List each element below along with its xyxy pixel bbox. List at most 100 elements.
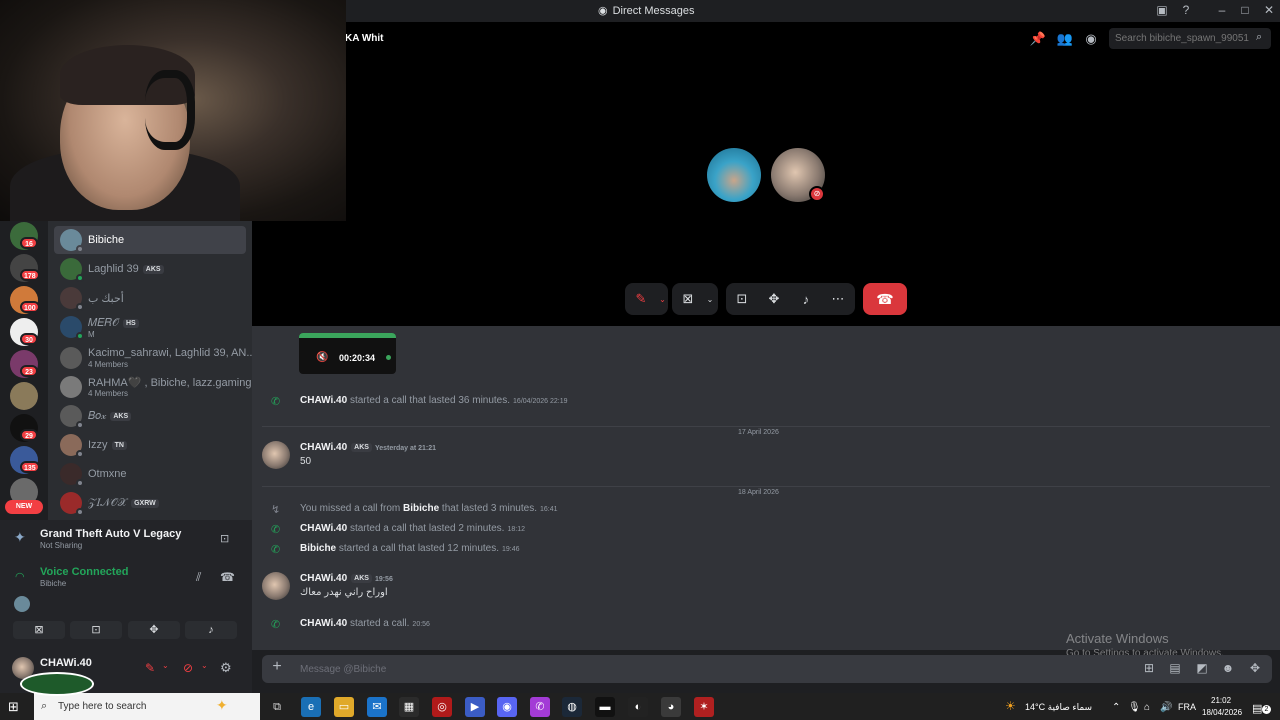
hang-up-button[interactable]: ☎	[863, 283, 907, 315]
disconnect-icon[interactable]: ☎	[220, 570, 235, 584]
outlook-icon[interactable]: ✉	[367, 697, 387, 717]
windows-start-icon[interactable]: ⊞	[8, 699, 24, 715]
panel-share-button[interactable]: ⊡	[70, 621, 122, 639]
soundboard-button[interactable]: ♪	[790, 292, 822, 307]
dm-item-izzy[interactable]: Izzy TN	[54, 431, 246, 459]
status-icon	[76, 421, 84, 429]
panel-activities-button[interactable]: ✥	[128, 621, 180, 639]
messenger-icon[interactable]: ✆	[530, 697, 550, 717]
more-options-button[interactable]: ⋯	[822, 291, 854, 307]
activities-button[interactable]: ✥	[758, 291, 790, 307]
emoji-icon[interactable]: ☻	[1220, 661, 1236, 675]
mute-mic-button[interactable]: ✎	[625, 291, 657, 307]
server-icon[interactable]	[10, 382, 38, 410]
call-icon: ✆	[271, 619, 281, 631]
username[interactable]: CHAWi.40	[40, 657, 92, 669]
task-view-icon[interactable]: ⧉	[267, 697, 287, 717]
video-clip[interactable]: 🔇 00:20:34	[299, 333, 396, 374]
share-screen-button[interactable]: ⊡	[726, 291, 758, 307]
server-badge: 30	[20, 333, 38, 345]
sticker-icon[interactable]: ◩	[1194, 661, 1210, 675]
media-player-icon[interactable]: ▶	[465, 697, 485, 717]
clock-date[interactable]: 18/04/2026	[1202, 708, 1242, 717]
pin-icon[interactable]: 📌	[1029, 31, 1047, 47]
game-icon: ✦	[14, 529, 26, 545]
profile-icon[interactable]: ◉	[1082, 31, 1100, 47]
gif-icon[interactable]: ▤	[1167, 661, 1183, 675]
tray-expand-icon[interactable]: ⌃	[1112, 702, 1120, 713]
steam-icon[interactable]: ◍	[562, 697, 582, 717]
weather-text[interactable]: 14°C سماء صافية	[1025, 702, 1092, 713]
network-icon[interactable]: ⌂	[1144, 702, 1150, 713]
volume-icon[interactable]: 🔊	[1160, 702, 1172, 713]
dm-item-zinox[interactable]: 𝒵𝐼𝒩𝒪𝒳 GXRW	[54, 489, 246, 517]
minimize-icon[interactable]: –	[1214, 3, 1230, 17]
dm-name: 𝐵𝑜𝓍 AKS	[88, 410, 132, 423]
apps-icon[interactable]: ✥	[1247, 661, 1263, 675]
message-avatar[interactable]	[262, 572, 290, 600]
mic-options-chevron-icon[interactable]: ⌄	[657, 295, 668, 304]
deafen-icon[interactable]: ⊘	[183, 661, 193, 675]
file-explorer-icon[interactable]: ▭	[334, 697, 354, 717]
discord-taskbar-icon[interactable]: ◉	[497, 697, 517, 717]
call-icon: ✆	[271, 524, 281, 536]
add-friend-icon[interactable]: 👥	[1056, 31, 1074, 47]
dm-name: 𝑀𝐸𝑅𝒪 HS	[88, 317, 139, 330]
new-badge[interactable]: NEW	[5, 500, 43, 514]
dm-subtitle: M	[88, 330, 95, 339]
dm-item-box[interactable]: 𝐵𝑜𝓍 AKS	[54, 402, 246, 430]
game-launcher-icon[interactable]: ✶	[694, 697, 714, 717]
voice-connected-status[interactable]: Voice Connected	[40, 566, 128, 578]
maximize-icon[interactable]: □	[1237, 3, 1253, 17]
dm-item-laghlid[interactable]: Laghlid 39 AKS	[54, 255, 246, 283]
camera-button[interactable]: ⊠	[672, 291, 704, 307]
obs-icon[interactable]: ◐	[628, 697, 648, 717]
attach-plus-icon[interactable]: +	[268, 658, 286, 678]
language-indicator[interactable]: FRA	[1178, 702, 1196, 712]
camera-options-chevron-icon[interactable]: ⌄	[704, 295, 716, 304]
inbox-icon[interactable]: ▣	[1154, 3, 1170, 17]
noise-suppression-icon[interactable]: ⫽	[196, 570, 201, 585]
taskbar-search-placeholder[interactable]: Type here to search	[58, 701, 146, 712]
help-icon[interactable]: ?	[1178, 3, 1194, 17]
app-icon[interactable]: ◎	[432, 697, 452, 717]
server-tag: AKS	[110, 411, 132, 421]
date-divider-label: 17 April 2026	[732, 421, 785, 439]
notifications-icon[interactable]: ▤	[1252, 702, 1262, 715]
status-icon	[76, 450, 84, 458]
panel-soundboard-button[interactable]: ♪	[185, 621, 237, 639]
call-icon: ✆	[271, 544, 281, 556]
message-avatar[interactable]	[262, 441, 290, 469]
gift-icon[interactable]: ⊞	[1141, 661, 1157, 675]
deafen-chevron-icon[interactable]: ⌄	[201, 661, 208, 670]
stream-game-icon[interactable]: ⊡	[220, 532, 229, 545]
search-input[interactable]	[1109, 28, 1271, 49]
dm-item-group-rahma[interactable]: RAHMA🖤 , Bibiche, lazz.gaming 4 Members	[54, 373, 251, 401]
terminal-icon[interactable]: ▬	[595, 697, 615, 717]
muted-speaker-icon[interactable]: 🔇	[316, 352, 328, 363]
dm-item-bibiche[interactable]: Bibiche	[54, 226, 246, 254]
server-tag: HS	[123, 318, 139, 328]
settings-gear-icon[interactable]: ⚙	[220, 660, 232, 676]
dm-item-otmxne[interactable]: Otmxne	[54, 460, 246, 488]
mic-chevron-icon[interactable]: ⌄	[162, 661, 169, 670]
edge-icon[interactable]: e	[301, 697, 321, 717]
microphone-icon[interactable]: 🎙	[1128, 702, 1141, 713]
weather-icon[interactable]: ☀	[1005, 699, 1016, 713]
voice-participant-avatar[interactable]	[14, 596, 30, 612]
clock-time[interactable]: 21:02	[1211, 696, 1231, 705]
message-input[interactable]	[300, 661, 1000, 677]
dm-item-arabic[interactable]: أحبك ب	[54, 284, 246, 312]
dm-item-group-kacimo[interactable]: Kacimo_sahrawi, Laghlid 39, AN... 4 Memb…	[54, 344, 256, 372]
notifications-badge: 2	[1262, 705, 1271, 714]
participant-avatar-bibiche[interactable]	[707, 148, 761, 202]
avatar	[60, 376, 82, 398]
dm-name: Otmxne	[88, 468, 127, 480]
chrome-icon[interactable]: ◕	[661, 697, 681, 717]
store-icon[interactable]: ▦	[399, 697, 419, 717]
close-icon[interactable]: ✕	[1261, 3, 1277, 17]
dm-name: Bibiche	[88, 234, 125, 246]
dm-item-mero[interactable]: 𝑀𝐸𝑅𝒪 HS M	[54, 313, 246, 341]
mic-muted-icon[interactable]: ✎	[145, 661, 155, 675]
panel-camera-button[interactable]: ⊠	[13, 621, 65, 639]
